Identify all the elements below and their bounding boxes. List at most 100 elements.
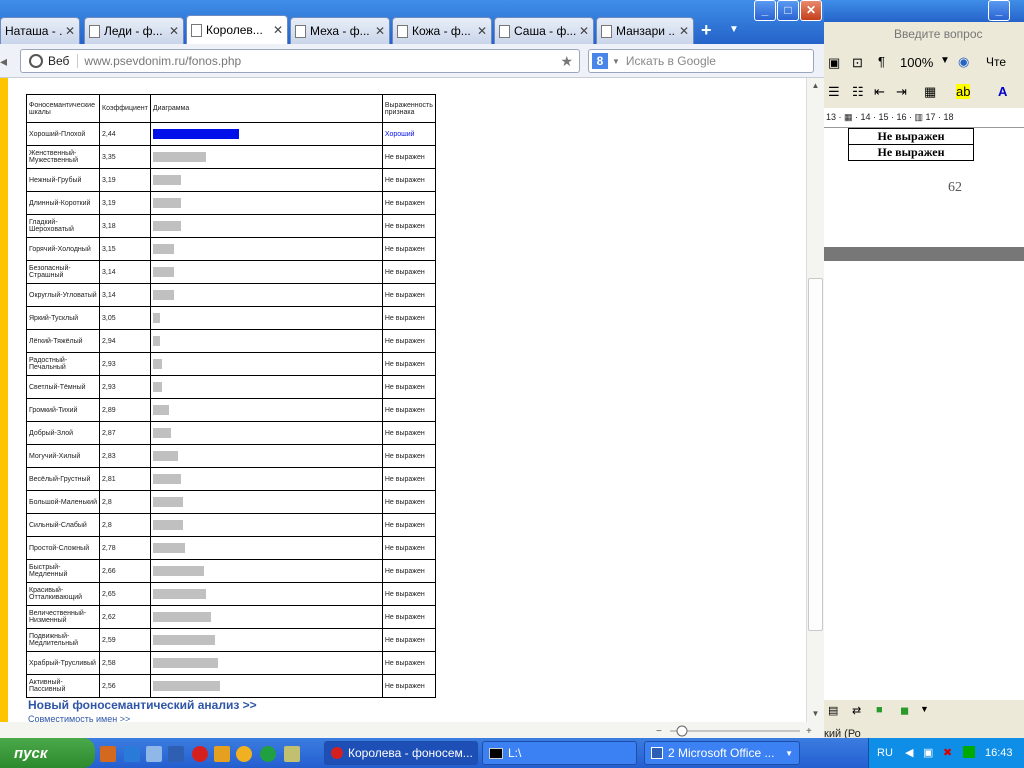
language-indicator[interactable]: RU [877, 747, 893, 759]
borders-icon[interactable]: ▦ [924, 84, 936, 100]
paragraph-marks-icon[interactable]: ¶ [878, 54, 885, 69]
coef-cell: 2,62 [99, 605, 151, 629]
close-button[interactable]: ✕ [800, 0, 822, 21]
diagram-bar [152, 290, 174, 300]
tray-back-icon[interactable]: ◀ [905, 746, 913, 759]
status-cell: Не выражен [381, 352, 436, 376]
tab-natasha[interactable]: Наташа - ... ✕ [0, 17, 80, 44]
scale-cell: Быстрый-Медленный [26, 559, 100, 583]
utorrent-icon[interactable] [260, 746, 276, 762]
network-icon[interactable]: ▣ [923, 746, 933, 759]
scroll-down-icon[interactable]: ▼ [807, 706, 824, 722]
tab-manzari[interactable]: Манзари ... ✕ [596, 17, 694, 44]
scroll-up-icon[interactable]: ▲ [807, 78, 824, 94]
word-icon[interactable] [168, 746, 184, 762]
taskbar-button-word[interactable]: 2 Microsoft Office ... ▼ [644, 741, 800, 765]
highlight-icon[interactable]: ab [956, 84, 971, 99]
search-placeholder[interactable]: Искать в Google [626, 54, 716, 68]
opera-icon[interactable] [192, 746, 208, 762]
tray-app-icon[interactable]: ✖ [943, 746, 952, 759]
tab-sasha[interactable]: Саша - ф... ✕ [494, 17, 594, 44]
diagram-cell [149, 490, 383, 514]
status-cell: Не выражен [381, 237, 436, 261]
minimize-button[interactable]: _ [754, 0, 776, 21]
google-icon[interactable]: 8 [592, 53, 608, 69]
coef-cell: 2,94 [99, 329, 151, 353]
page-icon [397, 24, 408, 38]
ask-question-input[interactable]: Введите вопрос [894, 27, 983, 41]
back-arrow-icon[interactable]: ◂ [0, 53, 7, 70]
3d-icon[interactable]: ◼ [900, 704, 909, 717]
tab-menu-icon[interactable]: ▼ [729, 24, 739, 35]
table-row: Весёлый-Грустный 2,81 Не выражен [26, 467, 436, 491]
increase-indent-icon[interactable]: ⇥ [896, 84, 907, 100]
url-text[interactable]: www.psevdonim.ru/fonos.php [84, 54, 241, 68]
tab-close-icon[interactable]: ✕ [372, 24, 385, 38]
tool-icon[interactable] [284, 746, 300, 762]
search-box[interactable]: 8 ▼ Искать в Google [588, 49, 814, 73]
maximize-button[interactable]: □ [777, 0, 799, 21]
status-text: Не выражен [384, 659, 425, 667]
app-icon[interactable] [214, 746, 230, 762]
font-color-icon[interactable]: A [998, 84, 1007, 99]
ie-icon[interactable] [124, 746, 140, 762]
zoom-slider[interactable]: − + [0, 722, 824, 738]
new-analysis-link[interactable]: Новый фоносемантический анализ >> [28, 698, 257, 712]
navigation-bar: ◂ Веб www.psevdonim.ru/fonos.php ★ 8 ▼ И… [0, 44, 824, 78]
arrows-icon[interactable]: ⇄ [852, 704, 861, 717]
address-bar[interactable]: Веб www.psevdonim.ru/fonos.php ★ [20, 49, 580, 73]
tab-close-icon[interactable]: ✕ [270, 23, 283, 37]
word-ruler[interactable]: 13 · ▦ · 14 · 15 · 16 · ▥ 17 · 18 [824, 112, 1024, 128]
new-tab-button[interactable]: + [701, 20, 712, 41]
help-icon[interactable]: ◉ [958, 54, 969, 70]
lines-icon[interactable]: ▤ [828, 704, 838, 717]
chrome-icon[interactable] [236, 746, 252, 762]
status-text: Не выражен [384, 636, 425, 644]
read-mode-button[interactable]: Чте [986, 55, 1006, 69]
diagram-bar [152, 566, 204, 576]
tab-close-icon[interactable]: ✕ [576, 24, 589, 38]
tab-close-icon[interactable]: ✕ [166, 24, 179, 38]
shadow-icon[interactable]: ■ [876, 704, 883, 716]
taskbar-button-opera[interactable]: Королева - фоносем... [324, 741, 478, 765]
status-cell: Не выражен [381, 467, 436, 491]
tab-close-icon[interactable]: ✕ [474, 24, 487, 38]
bullets-icon[interactable]: ☷ [852, 84, 864, 100]
show-desktop-icon[interactable] [146, 746, 162, 762]
word-table-cell[interactable]: Не выражен [848, 128, 974, 145]
scroll-thumb[interactable] [808, 278, 823, 631]
page-icon [601, 24, 612, 38]
decrease-indent-icon[interactable]: ⇤ [874, 84, 885, 100]
coef-cell: 3,14 [99, 283, 151, 307]
tab-koroleva[interactable]: Королев... ✕ [186, 15, 288, 44]
search-engine-dropdown-icon[interactable]: ▼ [612, 57, 620, 66]
word-standard-toolbar: ▣ ⊡ ¶ 100% ▼ ◉ Чте [824, 48, 1024, 78]
bookmark-star-icon[interactable]: ★ [560, 53, 573, 70]
preview-icon[interactable]: ⊡ [852, 55, 863, 71]
status-cell: Не выражен [381, 605, 436, 629]
vertical-scrollbar[interactable]: ▲ ▼ [806, 78, 824, 722]
taskbar-button-cmd[interactable]: L:\ [482, 741, 637, 765]
horizontal-scrollbar[interactable]: − + [0, 722, 824, 738]
tab-close-icon[interactable]: ✕ [62, 24, 75, 38]
web-label[interactable]: Веб [48, 54, 79, 68]
clock[interactable]: 16:43 [985, 747, 1013, 759]
word-minimize-button[interactable]: _ [988, 0, 1010, 21]
start-button[interactable]: пуск [0, 738, 95, 768]
word-table-cell[interactable]: Не выражен [848, 144, 974, 161]
tab-ledi[interactable]: Леди - ф... ✕ [84, 17, 184, 44]
tab-kozha[interactable]: Кожа - ф... ✕ [392, 17, 492, 44]
zoom-select[interactable]: 100% [900, 55, 933, 70]
zoom-dropdown-icon[interactable]: ▼ [940, 55, 950, 66]
research-icon[interactable]: ▣ [828, 55, 840, 71]
tab-close-icon[interactable]: ✕ [676, 24, 689, 38]
scale-cell: Гладкий-Шероховатый [26, 214, 100, 238]
numbering-icon[interactable]: ☰ [828, 84, 840, 100]
email-icon[interactable] [100, 746, 116, 762]
tab-mekha[interactable]: Меха - ф... ✕ [290, 17, 390, 44]
diagram-bar [152, 244, 174, 254]
toolbar-options-icon[interactable]: ▼ [920, 704, 929, 714]
status-cell: Не выражен [381, 444, 436, 468]
coef-cell: 2,87 [99, 421, 151, 445]
tray-status-icon[interactable] [963, 746, 975, 758]
